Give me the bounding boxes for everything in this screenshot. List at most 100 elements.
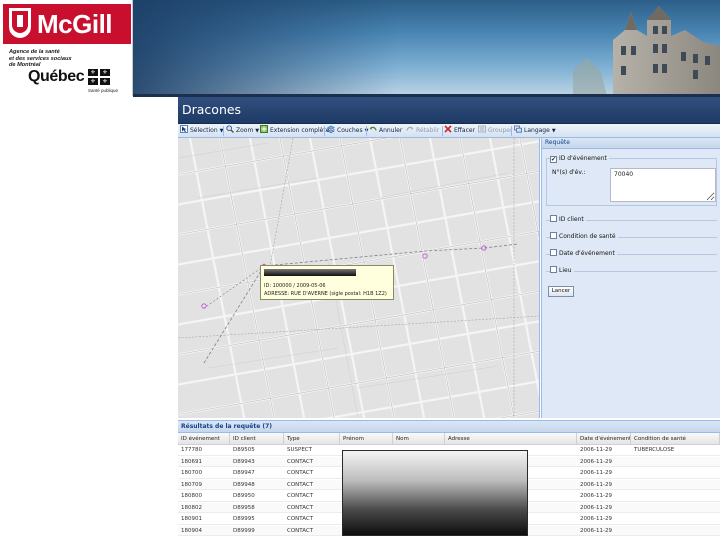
table-cell: D89505 <box>233 447 255 453</box>
table-cell: CONTACT <box>287 527 314 534</box>
event-id-label: ID d'événement <box>559 155 607 162</box>
health-condition-checkbox[interactable] <box>550 232 557 239</box>
table-cell <box>631 491 720 501</box>
redo-icon <box>406 125 414 133</box>
column-header[interactable]: Prénom <box>340 433 393 445</box>
results-title: Résultats de la requête (7) <box>181 423 273 430</box>
full-extent-icon <box>260 125 268 133</box>
erase-label: Effacer <box>454 127 476 134</box>
location-checkbox[interactable] <box>550 266 557 273</box>
table-cell: 2006-11-29 <box>580 516 612 522</box>
event-number-label: N°(s) d'év.: <box>552 169 586 176</box>
table-cell: 2006-11-29 <box>580 493 612 499</box>
table-cell: D89999 <box>233 527 255 534</box>
column-header[interactable]: ID événement <box>178 433 230 445</box>
table-cell: CONTACT <box>287 493 314 499</box>
column-header[interactable]: Condition de santé <box>631 433 720 445</box>
table-cell: TUBERCULOSE <box>634 447 675 453</box>
table-cell: 2006-11-29 <box>580 527 612 534</box>
table-cell <box>631 526 720 536</box>
redo-label: Rétablir <box>416 127 440 134</box>
table-cell: CONTACT <box>287 458 314 465</box>
column-header[interactable]: Date d'événement <box>577 433 631 445</box>
table-cell: 177780 <box>181 447 202 453</box>
column-header[interactable]: Nom <box>393 433 445 445</box>
client-id-checkbox[interactable] <box>550 215 557 222</box>
table-cell: 180691 <box>181 458 202 465</box>
request-panel: Requête ✔ID d'événement N°(s) d'év.: ID … <box>541 138 720 418</box>
redacted-area <box>342 450 528 536</box>
event-id-checkbox[interactable]: ✔ <box>550 156 557 163</box>
table-cell: 180904 <box>181 527 202 534</box>
event-date-label: Date d'événement <box>559 250 615 257</box>
erase-button[interactable]: Effacer <box>444 125 475 137</box>
toolbar-separator <box>366 126 367 136</box>
magnifier-icon <box>226 125 234 133</box>
undo-button[interactable]: Annuler <box>369 125 402 137</box>
cursor-icon <box>180 125 188 133</box>
full-extent-button[interactable]: Extension complète <box>260 125 329 137</box>
column-header[interactable]: ID client <box>230 433 284 445</box>
location-option[interactable]: Lieu <box>550 266 574 276</box>
undo-label: Annuler <box>379 127 403 134</box>
health-condition-option[interactable]: Condition de santé <box>550 232 618 242</box>
event-date-option[interactable]: Date d'événement <box>550 249 617 259</box>
map-popup[interactable]: ID: 100000 / 2009-05-06 ADRESSE: RUE D'A… <box>260 265 394 300</box>
language-button[interactable]: Langage ▼ <box>514 125 556 137</box>
selection-button[interactable]: Sélection ▼ <box>180 125 224 137</box>
table-cell: CONTACT <box>287 504 314 511</box>
table-cell: D89950 <box>233 493 255 499</box>
quebec-wordmark: Québec <box>28 68 85 85</box>
column-header[interactable]: Adresse <box>445 433 577 445</box>
agency-name: Agence de la santé et des services socia… <box>9 49 79 69</box>
mcgill-wordmark: McGill <box>37 9 113 39</box>
table-cell: 180709 <box>181 481 202 488</box>
chevron-down-icon: ▼ <box>255 128 260 134</box>
layers-label: Couches <box>337 127 363 134</box>
table-cell: 2006-11-29 <box>580 481 612 488</box>
popup-line-2: ADRESSE: RUE D'AVERNE (sigle postal: H1B… <box>264 291 387 297</box>
submit-button[interactable]: Lancer <box>548 286 574 297</box>
group-icon <box>478 125 486 133</box>
table-cell: D89995 <box>233 516 255 522</box>
selection-label: Sélection <box>190 127 218 134</box>
results-column-header: ID événement ID client Type Prénom Nom A… <box>178 433 720 445</box>
erase-icon <box>444 125 452 133</box>
redo-button[interactable]: Rétablir <box>406 125 439 137</box>
table-cell: 2006-11-29 <box>580 458 612 465</box>
group-button[interactable]: Grouper <box>478 125 512 137</box>
table-cell: D89947 <box>233 470 255 476</box>
request-panel-title: Requête <box>545 139 570 146</box>
toolbar-separator <box>223 126 224 136</box>
table-cell: 180800 <box>181 493 202 499</box>
toolbar-separator <box>442 126 443 136</box>
table-cell: CONTACT <box>287 470 314 476</box>
table-cell: 2006-11-29 <box>580 470 612 476</box>
full-extent-label: Extension complète <box>270 127 330 134</box>
table-cell: 2006-11-29 <box>580 447 612 453</box>
redaction-bar <box>264 269 356 276</box>
table-cell <box>631 503 720 513</box>
event-id-option[interactable]: ✔ ID d'événement <box>550 154 609 164</box>
zoom-button[interactable]: Zoom ▼ <box>226 125 259 137</box>
health-condition-label: Condition de santé <box>559 233 616 240</box>
client-id-label: ID client <box>559 216 584 223</box>
event-date-checkbox[interactable] <box>550 249 557 256</box>
chevron-down-icon: ▼ <box>551 128 556 134</box>
layers-button[interactable]: Couches▼ <box>326 125 368 137</box>
toolbar-separator <box>324 126 325 136</box>
sante-publique-label: Santé publique <box>88 88 119 93</box>
header-banner <box>133 0 720 96</box>
table-cell <box>631 514 720 524</box>
column-header[interactable]: Type <box>284 433 340 445</box>
table-cell: CONTACT <box>287 516 314 522</box>
client-id-option[interactable]: ID client <box>550 215 586 225</box>
results-panel-header: Résultats de la requête (7) <box>178 420 720 433</box>
mcgill-shield-icon <box>9 8 31 38</box>
event-number-input[interactable] <box>610 168 716 202</box>
agency-line: et des services sociaux <box>9 55 72 62</box>
table-cell: D89943 <box>233 458 255 465</box>
app-title-bar: Dracones <box>178 97 720 124</box>
zoom-label: Zoom <box>236 127 254 134</box>
table-cell <box>631 457 720 467</box>
